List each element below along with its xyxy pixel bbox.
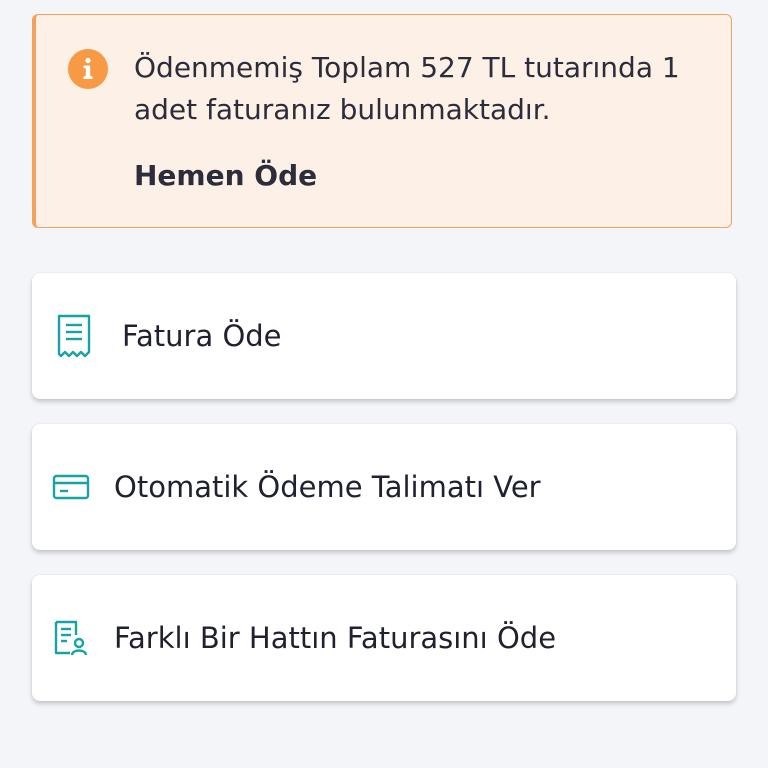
pay-other-line-bill-button[interactable]: Farklı Bir Hattın Faturasını Öde (32, 575, 736, 701)
unpaid-bill-alert: Ödenmemiş Toplam 527 TL tutarında 1 adet… (32, 14, 732, 228)
pay-now-link[interactable]: Hemen Öde (134, 159, 317, 192)
alert-message: Ödenmemiş Toplam 527 TL tutarında 1 adet… (134, 51, 680, 126)
receipt-icon (56, 314, 92, 358)
pay-other-line-bill-label: Farklı Bir Hattın Faturasını Öde (114, 621, 557, 655)
auto-payment-order-label: Otomatik Ödeme Talimatı Ver (114, 470, 541, 504)
pay-bill-button[interactable]: Fatura Öde (32, 273, 736, 399)
credit-card-icon (52, 473, 90, 501)
document-user-icon (52, 619, 90, 657)
auto-payment-order-button[interactable]: Otomatik Ödeme Talimatı Ver (32, 424, 736, 550)
info-icon (68, 49, 108, 89)
pay-bill-label: Fatura Öde (122, 319, 282, 353)
